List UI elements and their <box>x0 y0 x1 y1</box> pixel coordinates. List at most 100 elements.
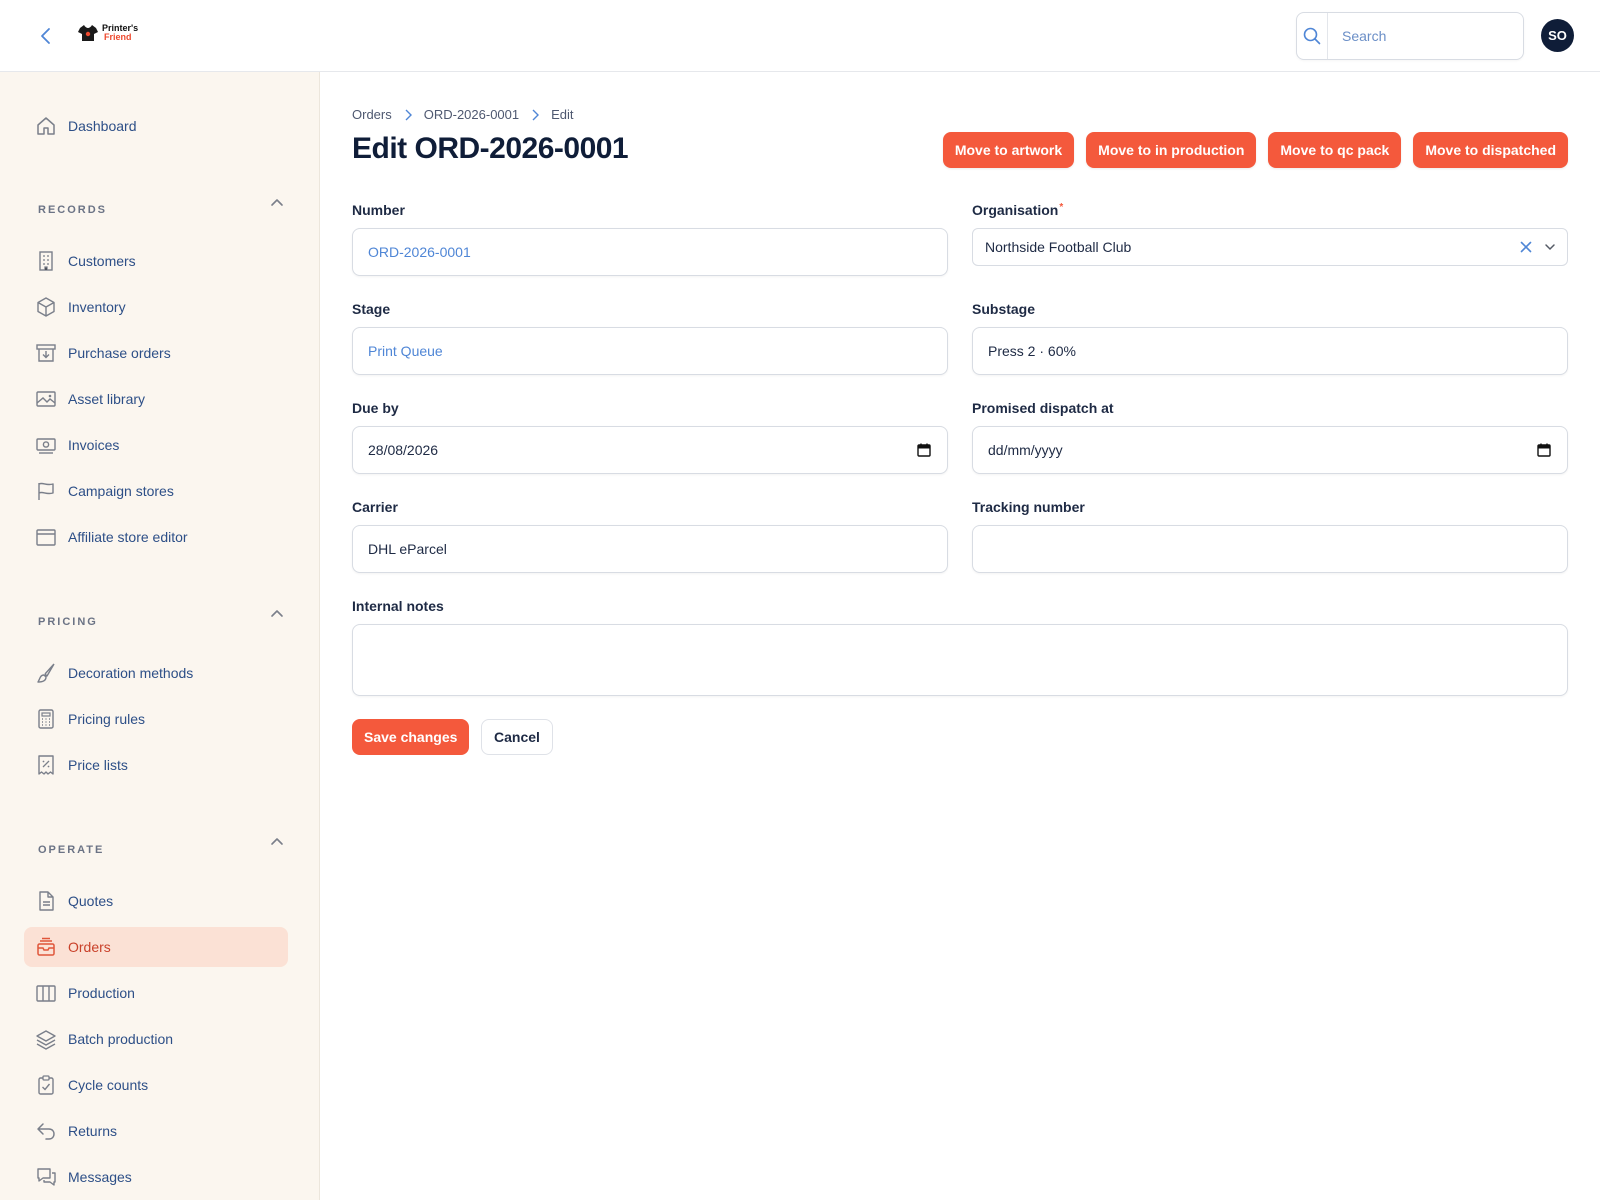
chevron-up-icon[interactable] <box>270 196 284 210</box>
sidebar-item-production[interactable]: Production <box>24 973 288 1013</box>
required-marker: * <box>1059 202 1064 213</box>
due-by-date-input[interactable]: 28/08/2026 <box>352 426 948 474</box>
calculator-icon <box>34 707 58 731</box>
sidebar-item-messages[interactable]: Messages <box>24 1157 288 1197</box>
sidebar-item-inventory[interactable]: Inventory <box>24 287 288 327</box>
sidebar-item-label: Orders <box>68 939 111 955</box>
move-to-dispatched-button[interactable]: Move to dispatched <box>1413 132 1568 168</box>
tracking-number-field[interactable] <box>972 525 1568 573</box>
breadcrumb-edit: Edit <box>551 107 574 122</box>
section-title-records: RECORDS <box>38 204 108 216</box>
inbox-stack-icon <box>34 935 58 959</box>
chevron-down-icon[interactable] <box>1543 240 1557 254</box>
sidebar-item-label: Asset library <box>68 391 146 407</box>
breadcrumb-order-number[interactable]: ORD-2026-0001 <box>424 107 519 122</box>
stage-label: Stage <box>352 301 391 317</box>
sidebar-item-customers[interactable]: Customers <box>24 241 288 281</box>
archive-download-icon <box>34 341 58 365</box>
layers-icon <box>34 1027 58 1051</box>
flag-icon <box>34 479 58 503</box>
substage-field[interactable]: Press 2 · 60% <box>972 327 1568 375</box>
calendar-icon[interactable] <box>916 442 932 458</box>
chevron-left-icon <box>41 28 50 44</box>
sidebar-item-label: Price lists <box>68 757 128 773</box>
sidebar-item-label: Returns <box>68 1123 118 1139</box>
chevron-right-icon <box>404 109 412 121</box>
sidebar-item-decoration-methods[interactable]: Decoration methods <box>24 653 288 693</box>
clear-x-icon[interactable] <box>1519 240 1533 254</box>
sidebar-item-label: Decoration methods <box>68 665 194 681</box>
sidebar-item-orders[interactable]: Orders <box>24 927 288 967</box>
stage-actions: Move to artwork Move to in production Mo… <box>942 132 1568 168</box>
number-label: Number <box>352 202 405 218</box>
banknote-icon <box>34 433 58 457</box>
number-field[interactable]: ORD-2026-0001 <box>352 228 948 276</box>
sidebar-item-campaign-stores[interactable]: Campaign stores <box>24 471 288 511</box>
move-to-in-production-button[interactable]: Move to in production <box>1086 132 1257 168</box>
due-by-label: Due by <box>352 400 399 416</box>
sidebar-item-cycle-counts[interactable]: Cycle counts <box>24 1065 288 1105</box>
sidebar-item-purchase-orders[interactable]: Purchase orders <box>24 333 288 373</box>
move-to-qc-pack-button[interactable]: Move to qc pack <box>1268 132 1402 168</box>
sidebar-item-label: Pricing rules <box>68 711 146 727</box>
sidebar-item-affiliate-store-editor[interactable]: Affiliate store editor <box>24 517 288 557</box>
calendar-icon[interactable] <box>1536 442 1552 458</box>
browser-window-icon <box>34 525 58 549</box>
sidebar-item-label: Dashboard <box>68 118 137 134</box>
sidebar-item-label: Campaign stores <box>68 483 174 499</box>
clipboard-check-icon <box>34 1073 58 1097</box>
search-icon[interactable] <box>1297 13 1327 59</box>
breadcrumb: Orders ORD-2026-0001 Edit <box>352 107 574 122</box>
cancel-button[interactable]: Cancel <box>481 719 553 755</box>
user-avatar[interactable]: SO <box>1541 19 1574 52</box>
sidebar-item-dashboard[interactable]: Dashboard <box>24 106 288 146</box>
document-icon <box>34 889 58 913</box>
sidebar-item-quotes[interactable]: Quotes <box>24 881 288 921</box>
building-icon <box>34 249 58 273</box>
chat-bubbles-icon <box>34 1165 58 1189</box>
sidebar-item-invoices[interactable]: Invoices <box>24 425 288 465</box>
organisation-label-text: Organisation <box>972 202 1059 218</box>
sidebar-item-batch-production[interactable]: Batch production <box>24 1019 288 1059</box>
due-by-value: 28/08/2026 <box>368 442 439 458</box>
organisation-value: Northside Football Club <box>985 239 1132 255</box>
chevron-up-icon[interactable] <box>270 607 284 621</box>
app-logo[interactable]: Printer's Friend <box>78 24 138 42</box>
sidebar-item-returns[interactable]: Returns <box>24 1111 288 1151</box>
page-title: Edit ORD-2026-0001 <box>352 132 629 165</box>
carrier-field[interactable]: DHL eParcel <box>352 525 948 573</box>
columns-icon <box>34 981 58 1005</box>
top-bar: Printer's Friend SO <box>0 0 1600 72</box>
back-button[interactable] <box>34 24 58 48</box>
paintbrush-icon <box>34 661 58 685</box>
search-box <box>1296 12 1524 60</box>
promised-dispatch-date-input[interactable]: dd/mm/yyyy <box>972 426 1568 474</box>
stage-field[interactable]: Print Queue <box>352 327 948 375</box>
sidebar-item-label: Cycle counts <box>68 1077 149 1093</box>
home-icon <box>34 114 58 138</box>
organisation-label: Organisation* <box>972 202 1063 218</box>
chevron-up-icon[interactable] <box>270 835 284 849</box>
move-to-artwork-button[interactable]: Move to artwork <box>942 132 1075 168</box>
carrier-label: Carrier <box>352 499 398 515</box>
substage-label: Substage <box>972 301 1036 317</box>
internal-notes-textarea[interactable] <box>352 624 1568 696</box>
search-input[interactable] <box>1327 13 1523 59</box>
organisation-select[interactable]: Northside Football Club <box>972 228 1568 266</box>
logo-text-line2: Friend <box>104 32 132 42</box>
internal-notes-label: Internal notes <box>352 598 444 614</box>
sidebar-item-label: Production <box>68 985 135 1001</box>
breadcrumb-orders[interactable]: Orders <box>352 107 392 122</box>
promised-dispatch-label: Promised dispatch at <box>972 400 1114 416</box>
tshirt-logo-icon <box>78 25 98 41</box>
sidebar-item-asset-library[interactable]: Asset library <box>24 379 288 419</box>
sidebar-item-label: Affiliate store editor <box>68 529 188 545</box>
receipt-percent-icon <box>34 753 58 777</box>
save-changes-button[interactable]: Save changes <box>352 719 470 755</box>
chevron-right-icon <box>531 109 540 121</box>
image-icon <box>34 387 58 411</box>
sidebar-item-label: Inventory <box>68 299 126 315</box>
sidebar-item-pricing-rules[interactable]: Pricing rules <box>24 699 288 739</box>
sidebar-item-price-lists[interactable]: Price lists <box>24 745 288 785</box>
sidebar: Dashboard RECORDS Customers Inventory Pu… <box>0 72 320 1200</box>
